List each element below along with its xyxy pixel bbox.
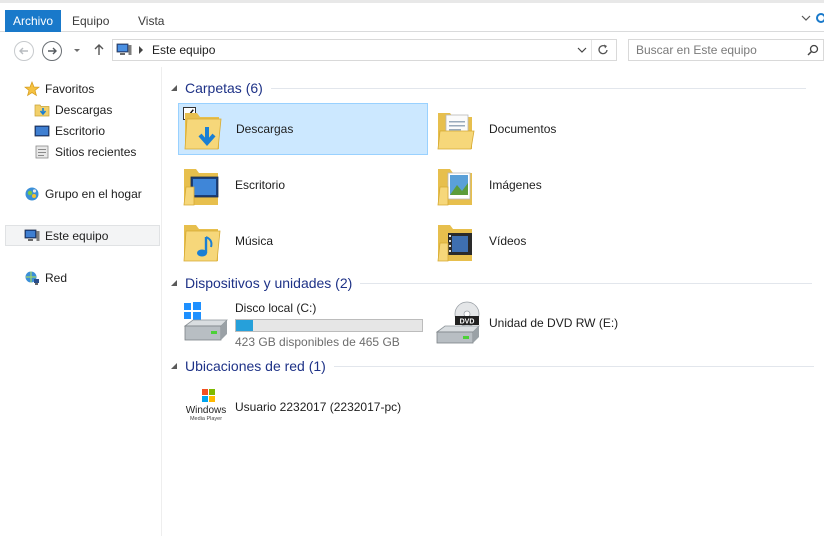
nav-label-red: Red	[45, 270, 68, 285]
group-divider	[333, 365, 814, 367]
tab-equipo[interactable]: Equipo	[62, 10, 119, 32]
search-box[interactable]	[628, 39, 824, 61]
nav-item-este-equipo[interactable]: Este equipo	[5, 225, 160, 246]
music-folder-icon	[183, 225, 221, 262]
downloads-folder-icon	[184, 113, 222, 150]
drive-tile-c[interactable]: Disco local (C:) 423 GB disponibles de 4…	[181, 300, 423, 352]
ribbon: Archivo Equipo Vista	[0, 0, 824, 32]
help-icon[interactable]	[816, 13, 824, 23]
desktop-folder-icon	[183, 169, 219, 206]
desktop-icon	[34, 125, 50, 136]
address-row: Este equipo	[0, 33, 824, 67]
this-pc-icon	[116, 43, 132, 55]
address-dropdown-chevron-icon[interactable]	[576, 44, 588, 56]
group-title-ubicaciones-red: Ubicaciones de red (1)	[185, 358, 326, 374]
folder-label: Escritorio	[235, 178, 286, 192]
pictures-folder-icon	[437, 169, 472, 206]
recent-places-icon	[35, 145, 49, 158]
collapse-triangle-icon[interactable]	[170, 279, 178, 287]
media-server-icon: Windows Media Player	[186, 389, 227, 422]
collapse-triangle-icon[interactable]	[170, 84, 178, 92]
search-input[interactable]	[636, 40, 796, 60]
svg-text:DVD: DVD	[460, 319, 475, 326]
collapse-triangle-icon[interactable]	[170, 362, 178, 370]
tab-archivo[interactable]: Archivo	[5, 10, 62, 32]
folder-label: Música	[235, 234, 274, 248]
group-title-dispositivos: Dispositivos y unidades (2)	[185, 275, 353, 291]
svg-text:Windows: Windows	[186, 405, 227, 416]
folder-tile-descargas[interactable]: Descargas	[178, 103, 428, 155]
group-title-carpetas: Carpetas (6)	[185, 80, 263, 96]
group-header-dispositivos[interactable]: Dispositivos y unidades (2)	[170, 273, 813, 293]
drive-free-space: 423 GB disponibles de 465 GB	[235, 335, 400, 349]
back-button[interactable]	[14, 41, 34, 61]
this-pc-icon	[24, 229, 40, 241]
downloads-folder-icon	[34, 104, 50, 116]
group-divider	[360, 282, 813, 284]
drive-label: Unidad de DVD RW (E:)	[489, 316, 619, 330]
nav-item-favoritos[interactable]: Favoritos	[0, 78, 161, 99]
dvd-drive-icon: DVD	[435, 301, 480, 344]
nav-label-escritorio: Escritorio	[55, 123, 106, 138]
folder-tile-documentos[interactable]: Documentos	[432, 103, 682, 155]
svg-text:Media Player: Media Player	[190, 416, 222, 422]
documents-folder-icon	[437, 113, 475, 150]
breadcrumb-separator-icon[interactable]	[137, 45, 145, 55]
drive-info: Disco local (C:) 423 GB disponibles de 4…	[235, 300, 423, 349]
drive-capacity-bar	[235, 319, 423, 332]
network-location-label: Usuario 2232017 (2232017-pc)	[235, 400, 402, 414]
network-location-tile[interactable]: Windows Media Player Usuario 2232017 (22…	[178, 381, 478, 433]
arrow-right-icon	[48, 47, 57, 55]
folder-label: Imágenes	[489, 178, 542, 192]
title-bar-strip	[0, 0, 824, 3]
nav-item-red[interactable]: Red	[0, 267, 161, 288]
expand-ribbon-chevron-icon[interactable]	[800, 12, 812, 24]
folder-tile-imagenes[interactable]: Imágenes	[432, 159, 682, 211]
nav-label-sitios-recientes: Sitios recientes	[55, 144, 137, 159]
folder-tile-escritorio[interactable]: Escritorio	[178, 159, 428, 211]
nav-item-descargas[interactable]: Descargas	[0, 99, 161, 120]
drive-tile-e[interactable]: DVD Unidad de DVD RW (E:)	[435, 300, 618, 352]
recent-locations-chevron-icon[interactable]	[70, 43, 84, 57]
drive-info: Unidad de DVD RW (E:)	[489, 315, 618, 330]
homegroup-icon	[25, 187, 39, 200]
group-header-ubicaciones-red[interactable]: Ubicaciones de red (1)	[170, 356, 814, 376]
address-bar[interactable]: Este equipo	[112, 39, 617, 61]
nav-item-escritorio[interactable]: Escritorio	[0, 120, 161, 141]
search-icon[interactable]	[807, 44, 819, 56]
arrow-left-icon	[19, 47, 28, 55]
forward-button[interactable]	[42, 41, 62, 61]
refresh-icon[interactable]	[596, 43, 610, 57]
nav-label-favoritos: Favoritos	[45, 81, 95, 96]
folder-label: Documentos	[489, 122, 557, 136]
nav-item-sitios-recientes[interactable]: Sitios recientes	[0, 141, 161, 162]
nav-label-descargas: Descargas	[55, 102, 113, 117]
group-header-carpetas[interactable]: Carpetas (6)	[170, 78, 806, 98]
address-divider	[591, 40, 592, 60]
nav-label-este-equipo: Este equipo	[45, 228, 109, 243]
hard-drive-icon	[183, 302, 228, 341]
drive-capacity-fill	[236, 320, 253, 331]
folder-tile-musica[interactable]: Música	[178, 215, 428, 267]
navigation-pane: Favoritos Descargas Escritorio Sitios re…	[0, 67, 162, 536]
folder-label: Vídeos	[489, 234, 527, 248]
videos-folder-icon	[437, 225, 472, 262]
drive-label: Disco local (C:)	[235, 301, 317, 315]
tab-vista[interactable]: Vista	[128, 10, 174, 32]
star-icon	[24, 80, 40, 96]
nav-label-grupo-hogar: Grupo en el hogar	[45, 186, 142, 201]
folder-tile-videos[interactable]: Vídeos	[432, 215, 682, 267]
breadcrumb-este-equipo[interactable]: Este equipo	[152, 43, 215, 57]
folder-label: Descargas	[236, 122, 294, 136]
network-icon	[25, 271, 39, 285]
group-divider	[270, 87, 806, 89]
nav-item-grupo-hogar[interactable]: Grupo en el hogar	[0, 183, 161, 204]
up-arrow-icon[interactable]	[92, 43, 106, 57]
